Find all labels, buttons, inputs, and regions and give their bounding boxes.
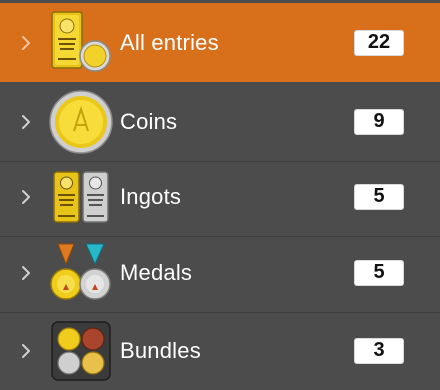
medals-icon <box>48 240 114 306</box>
disclosure-chevron-icon[interactable] <box>18 111 34 133</box>
count-badge: 5 <box>354 183 404 210</box>
row-label: Coins <box>120 108 178 134</box>
row-label: All entries <box>120 29 219 55</box>
gold-coin-icon <box>48 89 114 155</box>
list-row-coins[interactable]: Coins 9 <box>0 82 440 162</box>
gold-ingot-and-coin-icon <box>48 10 114 76</box>
list-row-medals[interactable]: Medals 5 <box>0 233 440 313</box>
count-badge: 22 <box>354 29 404 56</box>
disclosure-chevron-icon[interactable] <box>18 186 34 208</box>
count-badge: 5 <box>354 259 404 286</box>
count-badge: 3 <box>354 337 404 364</box>
count-badge: 9 <box>354 108 404 135</box>
gold-and-silver-ingots-icon <box>48 164 114 230</box>
row-label: Medals <box>120 259 193 285</box>
coin-bundle-icon <box>48 318 114 384</box>
row-label: Ingots <box>120 183 182 209</box>
list-row-all-entries[interactable]: All entries 22 <box>0 3 440 82</box>
collection-list: All entries 22 Coins 9 Ingots 5 Medals 5… <box>0 0 440 390</box>
disclosure-chevron-icon[interactable] <box>18 32 34 54</box>
disclosure-chevron-icon[interactable] <box>18 340 34 362</box>
list-row-bundles[interactable]: Bundles 3 <box>0 311 440 390</box>
disclosure-chevron-icon[interactable] <box>18 262 34 284</box>
row-label: Bundles <box>120 337 201 363</box>
list-row-ingots[interactable]: Ingots 5 <box>0 157 440 237</box>
